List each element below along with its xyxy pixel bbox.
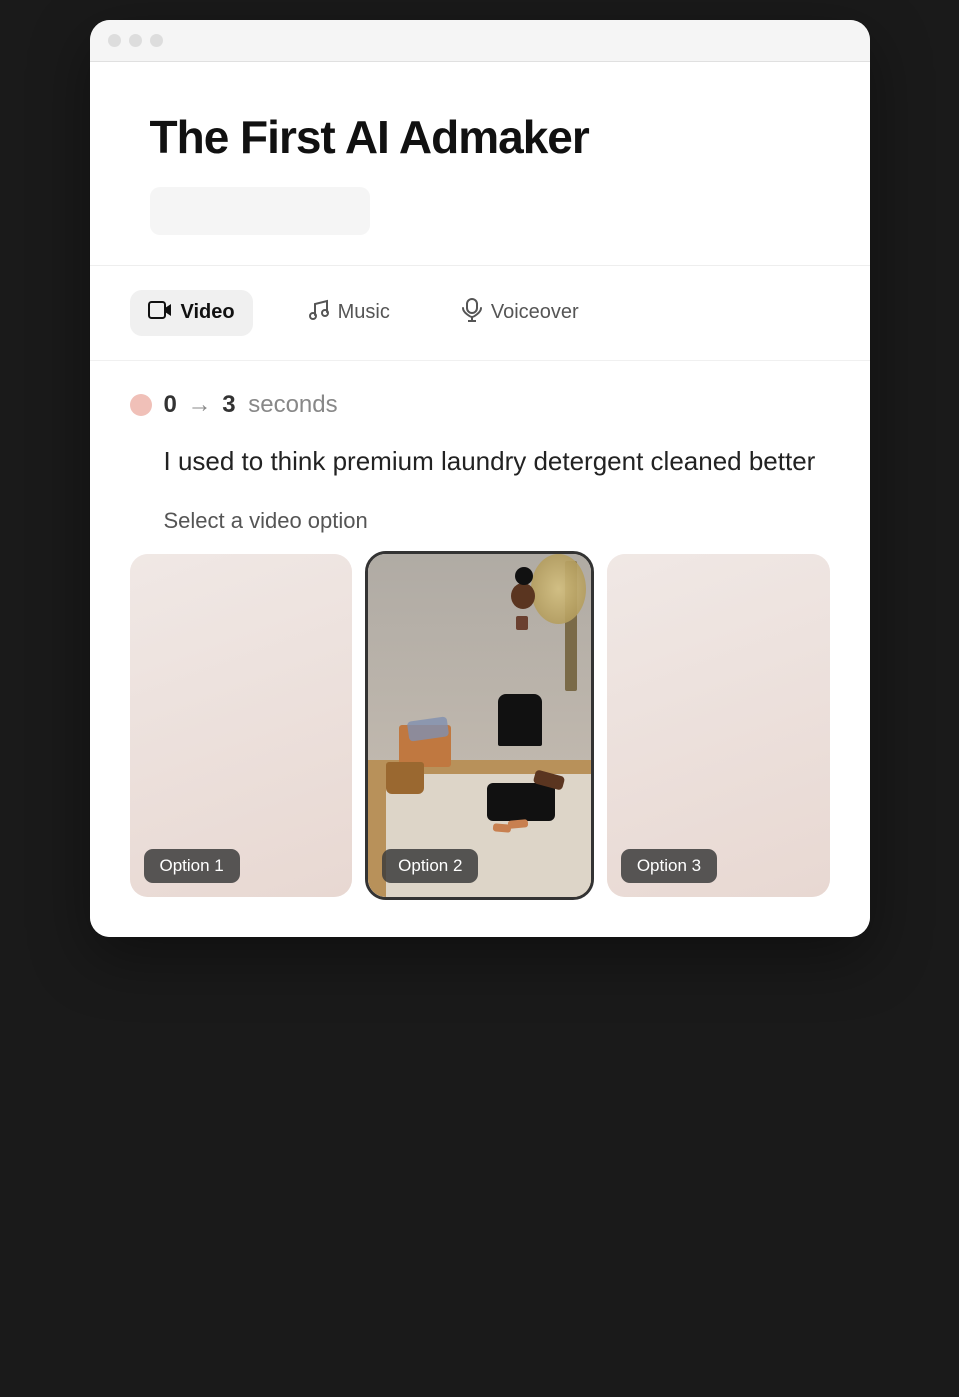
scene-text: I used to think premium laundry detergen… bbox=[164, 443, 830, 481]
tab-voiceover-label: Voiceover bbox=[491, 301, 579, 324]
timeline-dot bbox=[130, 394, 152, 416]
option2-image bbox=[368, 554, 591, 897]
browser-titlebar bbox=[90, 20, 870, 62]
traffic-dot-3 bbox=[150, 34, 163, 47]
tab-voiceover[interactable]: Voiceover bbox=[444, 288, 597, 338]
room-scene bbox=[368, 554, 591, 897]
browser-window: The First AI Admaker Video bbox=[90, 20, 870, 937]
tabs-container: Video Music bbox=[90, 266, 870, 361]
tab-music-label: Music bbox=[338, 301, 390, 324]
timeline-text: 0 → 3 seconds bbox=[164, 391, 338, 419]
tab-video-label: Video bbox=[181, 301, 235, 324]
page-header: The First AI Admaker bbox=[90, 62, 870, 266]
option3-label: Option 3 bbox=[621, 849, 717, 883]
timeline-row: 0 → 3 seconds bbox=[130, 391, 830, 419]
music-icon bbox=[307, 299, 329, 327]
page-title: The First AI Admaker bbox=[150, 112, 810, 163]
tab-video[interactable]: Video bbox=[130, 290, 253, 336]
search-bar[interactable] bbox=[150, 187, 370, 235]
video-options: Option 1 bbox=[130, 554, 830, 897]
video-option-2[interactable]: Option 2 bbox=[368, 554, 591, 897]
option3-image bbox=[607, 554, 830, 897]
traffic-dot-1 bbox=[108, 34, 121, 47]
select-video-label: Select a video option bbox=[164, 508, 830, 534]
option2-label: Option 2 bbox=[382, 849, 478, 883]
video-option-3[interactable]: Option 3 bbox=[607, 554, 830, 897]
content-area: 0 → 3 seconds I used to think premium la… bbox=[90, 361, 870, 937]
option1-image bbox=[130, 554, 353, 897]
tab-music[interactable]: Music bbox=[289, 289, 408, 337]
mic-icon bbox=[462, 298, 482, 328]
traffic-dot-2 bbox=[129, 34, 142, 47]
option1-label: Option 1 bbox=[144, 849, 240, 883]
main-content: Video Music bbox=[90, 266, 870, 937]
video-option-1[interactable]: Option 1 bbox=[130, 554, 353, 897]
video-icon bbox=[148, 300, 172, 326]
